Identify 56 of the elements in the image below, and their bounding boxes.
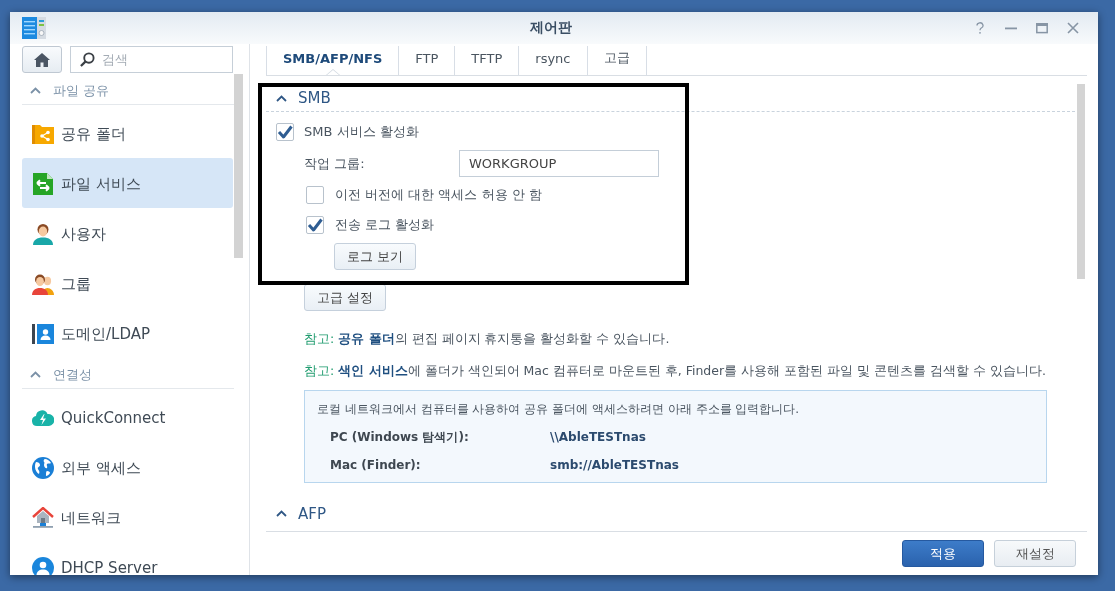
sidebar-item[interactable]: 도메인/LDAP <box>22 308 233 358</box>
checkbox[interactable] <box>306 186 324 204</box>
sidebar-item[interactable]: QuickConnect <box>22 392 233 442</box>
user-icon <box>32 223 54 245</box>
sidebar-item[interactable]: 외부 액세스 <box>22 442 233 492</box>
checkbox-label[interactable]: 전송 로그 활성화 <box>335 216 435 234</box>
tab[interactable]: TFTP <box>455 46 520 75</box>
address-value: smb://AbleTESTnas <box>550 457 679 473</box>
sidebar-item[interactable]: 네트워크 <box>22 492 233 542</box>
close-icon[interactable] <box>1067 22 1079 34</box>
window-title: 제어판 <box>529 19 572 37</box>
home-icon <box>34 52 50 67</box>
view-log-button[interactable]: 로그 보기 <box>334 243 416 270</box>
sidebar-item[interactable]: 공유 폴더 <box>22 108 233 158</box>
reset-button[interactable]: 재설정 <box>994 540 1076 567</box>
tab[interactable]: SMB/AFP/NFS <box>266 46 400 75</box>
note-text: 참고: 색인 서비스에 폴더가 색인되어 Mac 컴퓨터로 마운트된 후, Finder를 사용해 포함된 파일 및 콘텐츠를 검색할 수 있습니다. <box>304 362 1047 380</box>
globe-icon <box>32 457 54 479</box>
checkbox[interactable] <box>276 123 294 141</box>
file-transfer-icon <box>32 173 54 195</box>
info-text: 로컬 네트워크에서 컴퓨터를 사용하여 공유 폴더에 액세스하려면 아래 주소를 입력합니다. <box>317 401 801 417</box>
field-label: 작업 그룹: <box>304 154 366 173</box>
address-value: \\AbleTESTnas <box>550 429 646 445</box>
list-panel-icon <box>22 17 46 39</box>
checkmark-icon <box>307 217 323 233</box>
workgroup-input[interactable]: WORKGROUP <box>459 150 659 177</box>
address-label: Mac (Finder): <box>330 457 422 473</box>
shared-folder-icon <box>32 123 54 145</box>
tab[interactable]: FTP <box>399 46 456 75</box>
sidebar-item[interactable]: 그룹 <box>22 258 233 308</box>
note-text: 참고: 공유 폴더의 편집 페이지 휴지통을 활성화할 수 있습니다. <box>304 330 671 348</box>
checkbox[interactable] <box>306 216 324 234</box>
apply-button[interactable]: 적용 <box>902 540 984 567</box>
sidebar-item[interactable]: DHCP Server <box>22 542 233 575</box>
group-icon <box>32 273 54 295</box>
section-header[interactable]: AFP <box>266 500 1075 527</box>
address-label: PC (Windows 탐색기): <box>330 429 470 445</box>
help-icon[interactable] <box>974 22 986 34</box>
checkbox-label[interactable]: SMB 서비스 활성화 <box>304 123 419 141</box>
checkbox-label[interactable]: 이전 버전에 대한 액세스 허용 안 함 <box>335 186 542 204</box>
house-network-icon <box>32 507 54 529</box>
maximize-icon[interactable] <box>1036 22 1048 34</box>
checkmark-icon <box>277 124 293 140</box>
search-field[interactable]: 검색 <box>70 46 233 73</box>
id-card-icon <box>32 323 54 345</box>
cloud-lightning-icon <box>32 407 54 429</box>
tab[interactable]: rsync <box>519 46 588 75</box>
scrollbar-thumb[interactable] <box>234 74 243 258</box>
home-button[interactable] <box>22 46 62 73</box>
advanced-settings-button[interactable]: 고급 설정 <box>304 284 386 311</box>
sidebar-item[interactable]: 사용자 <box>22 208 233 258</box>
scrollbar-thumb[interactable] <box>1077 84 1085 279</box>
tab[interactable]: 고급 <box>587 46 647 75</box>
search-icon <box>80 52 95 67</box>
sidebar-item[interactable]: 파일 서비스 <box>22 158 233 208</box>
section-header[interactable]: SMB <box>266 85 1075 112</box>
